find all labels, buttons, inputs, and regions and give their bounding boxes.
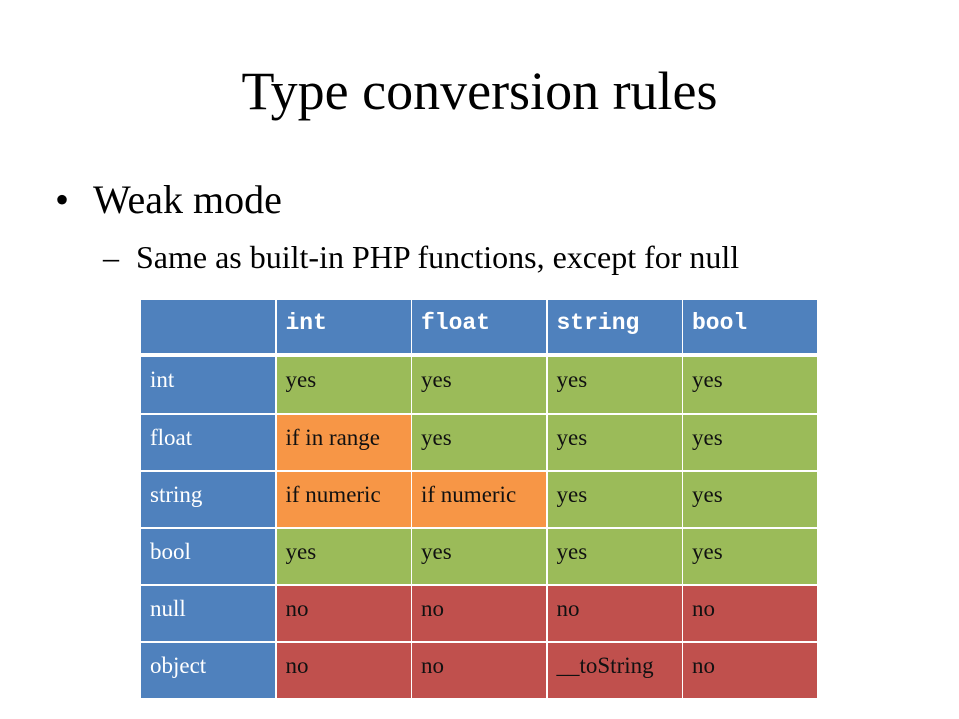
row-header-null: null	[141, 586, 275, 641]
table-cell: yes	[683, 415, 817, 470]
table-cell: yes	[547, 529, 682, 584]
table-cell: if in range	[276, 415, 411, 470]
table-cell: no	[683, 586, 817, 641]
table-cell: no	[412, 643, 546, 698]
table-corner-cell	[141, 300, 275, 353]
row-header-object: object	[141, 643, 275, 698]
table-cell: yes	[412, 529, 546, 584]
table-cell: no	[276, 643, 411, 698]
row-header-bool: bool	[141, 529, 275, 584]
row-header-int: int	[141, 357, 275, 413]
subbullet-php-functions: – Same as built-in PHP functions, except …	[103, 237, 739, 277]
table-cell: no	[412, 586, 546, 641]
bullet-weak-mode: • Weak mode	[55, 176, 282, 224]
table-cell: yes	[547, 415, 682, 470]
table-cell: yes	[547, 472, 682, 527]
column-header-bool: bool	[683, 300, 817, 353]
table-cell: yes	[547, 357, 682, 413]
table-cell: yes	[276, 357, 411, 413]
table-cell: if numeric	[412, 472, 546, 527]
table-cell: no	[547, 586, 682, 641]
table-cell: yes	[683, 472, 817, 527]
table-cell: yes	[683, 529, 817, 584]
conversion-table: int float string bool int yes yes yes yes float if…	[141, 300, 817, 701]
column-header-string: string	[547, 300, 682, 353]
table-cell: no	[683, 643, 817, 698]
subbullet-text: Same as built-in PHP functions, except f…	[136, 239, 740, 275]
table-cell: __toString	[547, 643, 682, 698]
subbullet-marker: –	[103, 239, 119, 275]
bullet-marker: •	[55, 177, 70, 222]
table-cell: yes	[276, 529, 411, 584]
table-cell: yes	[412, 357, 546, 413]
column-header-int: int	[276, 300, 411, 353]
table-cell: no	[276, 586, 411, 641]
row-header-string: string	[141, 472, 275, 527]
table-cell: yes	[412, 415, 546, 470]
column-header-float: float	[412, 300, 546, 353]
slide-title: Type conversion rules	[241, 61, 718, 121]
table-cell: if numeric	[276, 472, 411, 527]
row-header-float: float	[141, 415, 275, 470]
table-cell: yes	[683, 357, 817, 413]
bullet-text: Weak mode	[93, 177, 282, 222]
